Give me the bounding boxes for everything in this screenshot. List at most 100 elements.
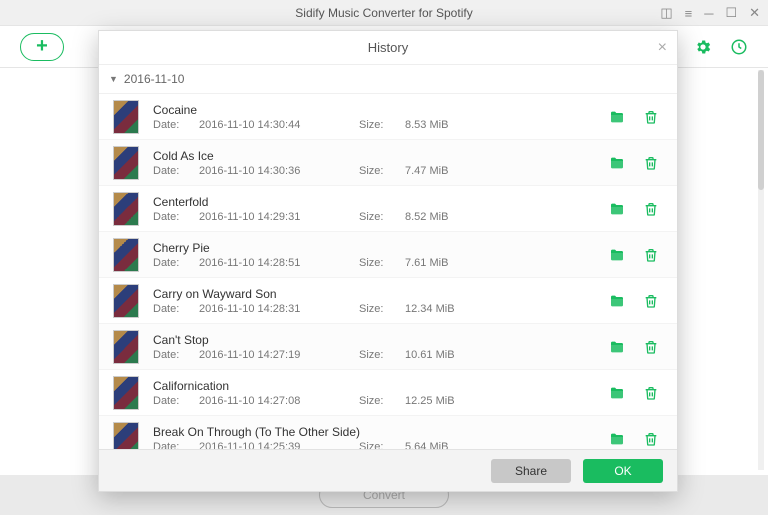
row-actions bbox=[609, 339, 659, 355]
size-value: 7.61 MiB bbox=[405, 257, 448, 269]
ok-button[interactable]: OK bbox=[583, 459, 663, 483]
row-actions bbox=[609, 431, 659, 447]
row-meta: Cherry PieDate:2016-11-10 14:28:51Size:7… bbox=[153, 241, 609, 269]
main-scrollbar-thumb[interactable] bbox=[758, 70, 764, 190]
history-row[interactable]: CocaineDate:2016-11-10 14:30:44Size:8.53… bbox=[99, 94, 677, 140]
row-meta: CocaineDate:2016-11-10 14:30:44Size:8.53… bbox=[153, 103, 609, 131]
close-icon[interactable]: × bbox=[658, 39, 667, 57]
album-art bbox=[113, 330, 139, 364]
album-art bbox=[113, 100, 139, 134]
date-label: Date: bbox=[153, 165, 199, 177]
add-button[interactable]: + bbox=[20, 33, 64, 61]
track-title: Carry on Wayward Son bbox=[153, 287, 473, 301]
minimize-icon[interactable]: ─ bbox=[704, 6, 713, 21]
settings-icon[interactable] bbox=[694, 38, 712, 56]
size-label: Size: bbox=[359, 165, 405, 177]
share-button-label: Share bbox=[515, 464, 547, 478]
track-title: Cocaine bbox=[153, 103, 473, 117]
row-actions bbox=[609, 201, 659, 217]
app-title: Sidify Music Converter for Spotify bbox=[295, 6, 472, 20]
size-value: 10.61 MiB bbox=[405, 349, 455, 361]
row-actions bbox=[609, 155, 659, 171]
open-folder-icon[interactable] bbox=[609, 155, 625, 171]
open-folder-icon[interactable] bbox=[609, 431, 625, 447]
history-row[interactable]: Can't Stop Date:2016-11-10 14:27:19Size:1… bbox=[99, 324, 677, 370]
date-value: 2016-11-10 14:25:39 bbox=[199, 441, 359, 450]
size-label: Size: bbox=[359, 211, 405, 223]
maximize-icon[interactable]: ☐ bbox=[725, 5, 737, 21]
row-meta: Can't Stop Date:2016-11-10 14:27:19Size:1… bbox=[153, 333, 609, 361]
album-art bbox=[113, 238, 139, 272]
track-title: Can't Stop bbox=[153, 333, 473, 347]
date-label: Date: bbox=[153, 303, 199, 315]
album-art bbox=[113, 192, 139, 226]
date-value: 2016-11-10 14:27:19 bbox=[199, 349, 359, 361]
row-meta: CenterfoldDate:2016-11-10 14:29:31Size:8… bbox=[153, 195, 609, 223]
album-art bbox=[113, 376, 139, 410]
modal-header: History × bbox=[99, 31, 677, 65]
date-value: 2016-11-10 14:28:51 bbox=[199, 257, 359, 269]
size-value: 12.34 MiB bbox=[405, 303, 455, 315]
app-titlebar: Sidify Music Converter for Spotify ◫ ≡ ─… bbox=[0, 0, 768, 26]
history-modal: History × ▼ 2016-11-10 CocaineDate:2016-… bbox=[98, 30, 678, 492]
delete-icon[interactable] bbox=[643, 293, 659, 309]
share-button[interactable]: Share bbox=[491, 459, 571, 483]
history-row[interactable]: CenterfoldDate:2016-11-10 14:29:31Size:8… bbox=[99, 186, 677, 232]
delete-icon[interactable] bbox=[643, 339, 659, 355]
delete-icon[interactable] bbox=[643, 109, 659, 125]
size-value: 8.52 MiB bbox=[405, 211, 448, 223]
size-value: 12.25 MiB bbox=[405, 395, 455, 407]
history-row[interactable]: Carry on Wayward Son Date:2016-11-10 14:2… bbox=[99, 278, 677, 324]
album-art bbox=[113, 422, 139, 450]
ok-button-label: OK bbox=[614, 464, 631, 478]
row-actions bbox=[609, 247, 659, 263]
row-meta: Carry on Wayward Son Date:2016-11-10 14:2… bbox=[153, 287, 609, 315]
delete-icon[interactable] bbox=[643, 155, 659, 171]
open-folder-icon[interactable] bbox=[609, 247, 625, 263]
history-group-header[interactable]: ▼ 2016-11-10 bbox=[99, 65, 677, 93]
history-row[interactable]: Cold As IceDate:2016-11-10 14:30:36Size:… bbox=[99, 140, 677, 186]
row-actions bbox=[609, 385, 659, 401]
delete-icon[interactable] bbox=[643, 201, 659, 217]
history-icon[interactable] bbox=[730, 38, 748, 56]
date-value: 2016-11-10 14:30:36 bbox=[199, 165, 359, 177]
plus-icon: + bbox=[36, 35, 48, 58]
main-scrollbar[interactable] bbox=[758, 70, 764, 470]
album-art bbox=[113, 284, 139, 318]
date-value: 2016-11-10 14:30:44 bbox=[199, 119, 359, 131]
open-folder-icon[interactable] bbox=[609, 201, 625, 217]
track-title: Centerfold bbox=[153, 195, 473, 209]
history-row[interactable]: Break On Through (To The Other Side)Date… bbox=[99, 416, 677, 449]
album-art bbox=[113, 146, 139, 180]
row-meta: Break On Through (To The Other Side)Date… bbox=[153, 425, 609, 450]
delete-icon[interactable] bbox=[643, 431, 659, 447]
size-label: Size: bbox=[359, 119, 405, 131]
history-row[interactable]: CalifornicationDate:2016-11-10 14:27:08S… bbox=[99, 370, 677, 416]
size-label: Size: bbox=[359, 441, 405, 450]
row-actions bbox=[609, 109, 659, 125]
date-label: Date: bbox=[153, 349, 199, 361]
row-actions bbox=[609, 293, 659, 309]
group-date-label: 2016-11-10 bbox=[124, 72, 185, 86]
open-folder-icon[interactable] bbox=[609, 339, 625, 355]
date-label: Date: bbox=[153, 257, 199, 269]
compact-icon[interactable]: ◫ bbox=[660, 5, 672, 21]
chevron-down-icon: ▼ bbox=[109, 74, 118, 84]
size-value: 8.53 MiB bbox=[405, 119, 448, 131]
size-label: Size: bbox=[359, 395, 405, 407]
open-folder-icon[interactable] bbox=[609, 385, 625, 401]
history-row[interactable]: Cherry PieDate:2016-11-10 14:28:51Size:7… bbox=[99, 232, 677, 278]
date-value: 2016-11-10 14:28:31 bbox=[199, 303, 359, 315]
open-folder-icon[interactable] bbox=[609, 293, 625, 309]
window-controls: ◫ ≡ ─ ☐ ✕ bbox=[660, 0, 760, 26]
modal-footer: Share OK bbox=[99, 449, 677, 491]
delete-icon[interactable] bbox=[643, 247, 659, 263]
menu-icon[interactable]: ≡ bbox=[685, 6, 693, 21]
date-value: 2016-11-10 14:29:31 bbox=[199, 211, 359, 223]
close-window-icon[interactable]: ✕ bbox=[749, 5, 760, 21]
history-list[interactable]: CocaineDate:2016-11-10 14:30:44Size:8.53… bbox=[99, 93, 677, 449]
delete-icon[interactable] bbox=[643, 385, 659, 401]
track-title: Break On Through (To The Other Side) bbox=[153, 425, 473, 439]
size-label: Size: bbox=[359, 349, 405, 361]
open-folder-icon[interactable] bbox=[609, 109, 625, 125]
